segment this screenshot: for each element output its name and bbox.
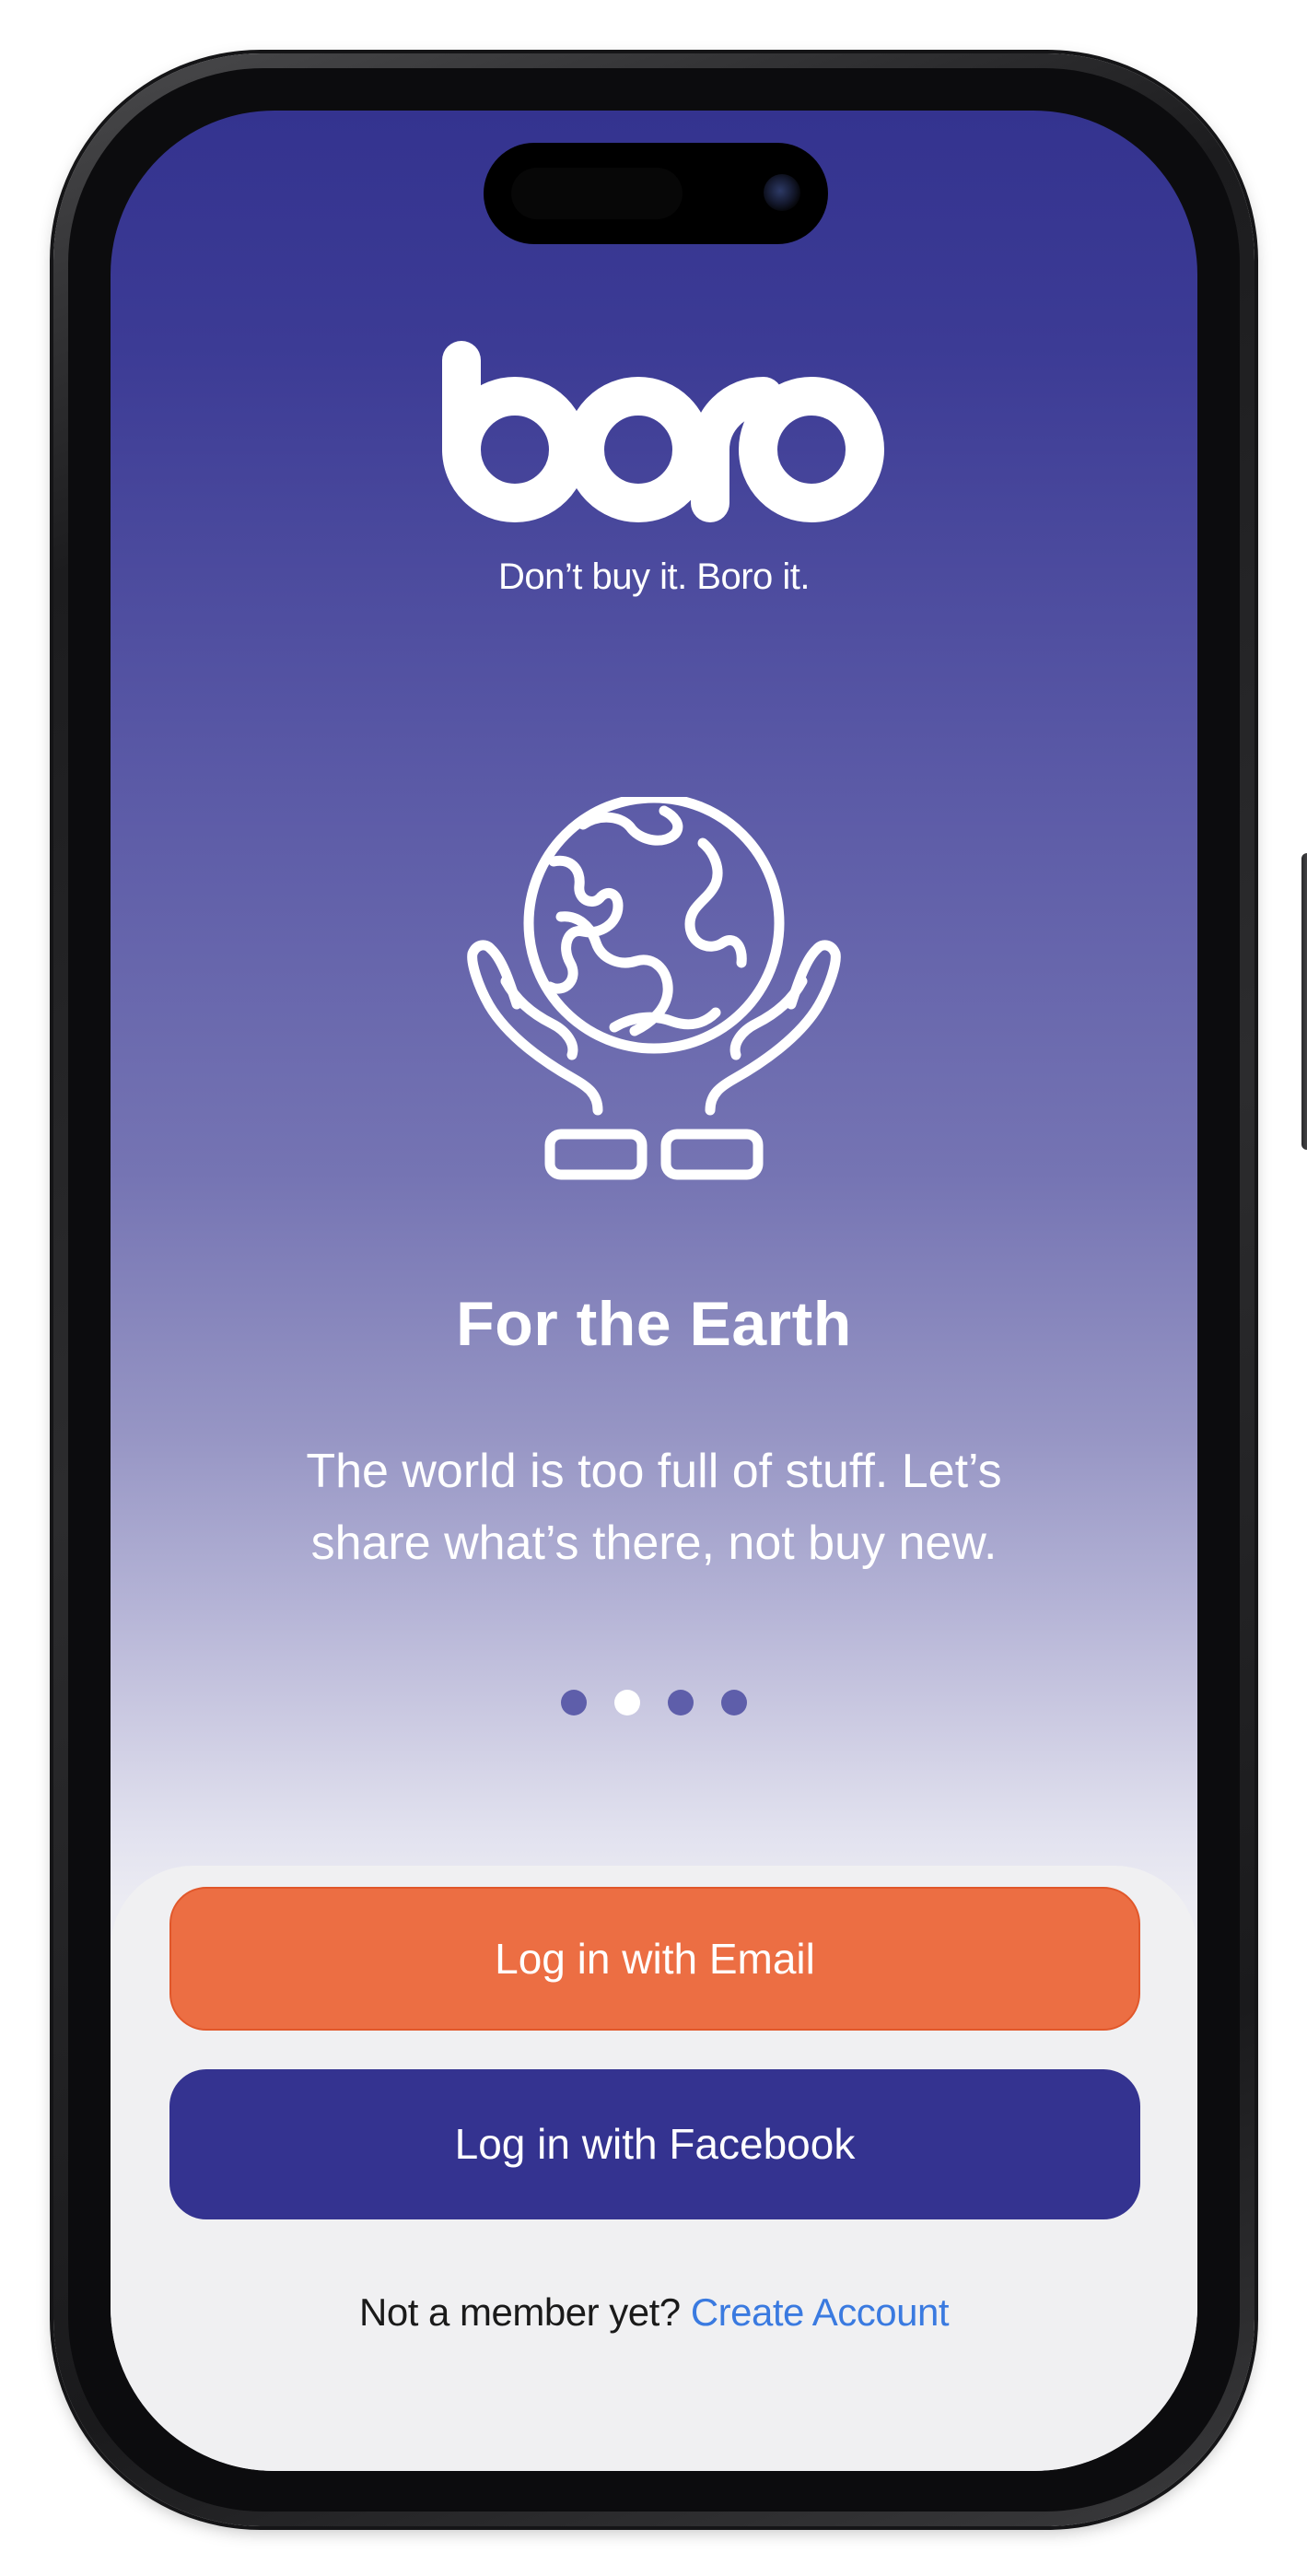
page-indicator <box>111 1690 1197 1715</box>
signup-prompt: Not a member yet? <box>359 2290 691 2334</box>
power-button <box>1301 853 1307 1150</box>
brand-tagline: Don’t buy it. Boro it. <box>497 556 811 597</box>
slide-description: The world is too full of stuff. Let’s sh… <box>306 1445 1002 1570</box>
signup-row: Not a member yet? Create Account <box>111 2290 1197 2335</box>
page-dot-active[interactable] <box>614 1690 640 1715</box>
slide-title: For the Earth <box>456 1289 852 1359</box>
page-dot[interactable] <box>668 1690 694 1715</box>
create-account-link[interactable]: Create Account <box>691 2290 950 2334</box>
page-dot[interactable] <box>561 1690 587 1715</box>
page-dot[interactable] <box>721 1690 747 1715</box>
dynamic-island <box>484 143 828 244</box>
face-id-sensor <box>511 168 683 219</box>
front-camera <box>764 174 800 211</box>
login-facebook-button[interactable]: Log in with Facebook <box>169 2069 1140 2219</box>
hands-holding-globe-icon <box>467 797 841 1180</box>
boro-logo <box>442 341 884 522</box>
onboarding-screen: Don’t buy it. Boro it. For the Earth The… <box>111 111 1197 2471</box>
login-email-button[interactable]: Log in with Email <box>169 1887 1140 2031</box>
